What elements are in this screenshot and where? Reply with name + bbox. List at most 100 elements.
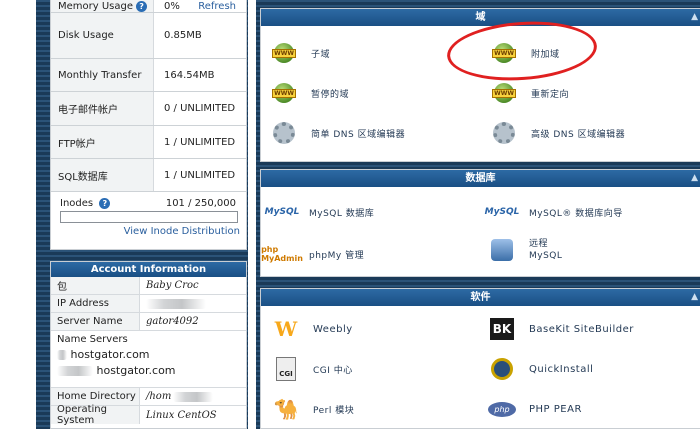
stat-row-memory: Memory Usage ? 0% Refresh: [51, 0, 246, 13]
basekit-icon: BK: [487, 315, 517, 343]
stat-row-ftp: FTP帐户 1 / UNLIMITED: [51, 126, 246, 159]
server-name-label: Server Name: [51, 313, 140, 330]
cgi-center-label: CGI 中心: [313, 365, 353, 376]
remote-mysql-link[interactable]: 远程 MySQL: [487, 236, 562, 264]
phpmyadmin-label: phpMy 管理: [309, 250, 365, 261]
subdomains-link[interactable]: WWW 子域: [269, 39, 330, 67]
stat-value-memory: 0% Refresh: [154, 0, 246, 12]
stat-row-email: 电子邮件帐户 0 / UNLIMITED: [51, 92, 246, 126]
account-information-panel: Account Information 包 Baby Croc IP Addre…: [50, 261, 247, 429]
server-name-value: gator4092: [146, 316, 199, 327]
disk-label: Disk Usage: [51, 13, 154, 58]
advanced-dns-zone-editor-link[interactable]: 高级 DNS 区域编辑器: [489, 119, 625, 147]
phpmyadmin-icon: php MyAdmin: [261, 245, 303, 263]
name-server-2: hostgator.com: [57, 364, 246, 377]
memory-label: Memory Usage: [58, 0, 134, 12]
redacted-ip: [146, 298, 206, 309]
inode-progress-bar: [60, 211, 238, 223]
view-inode-distribution-link[interactable]: View Inode Distribution: [124, 226, 240, 237]
weebly-link[interactable]: W Weebly: [271, 315, 353, 343]
www-double-icon: WWW: [269, 39, 299, 67]
help-icon[interactable]: ?: [136, 0, 148, 12]
account-row-package: 包 Baby Croc: [51, 277, 246, 295]
databases-panel: 数据库 ▲ MySQL MySQL 数据库 MySQL MySQL® 数据库向导…: [260, 169, 700, 277]
ip-address-label: IP Address: [51, 295, 140, 312]
mysql-wizard-label: MySQL® 数据库向导: [529, 208, 623, 219]
name-servers-block: Name Servers hostgator.com hostgator.com: [51, 331, 246, 388]
parked-domains-label: 暂停的域: [311, 89, 350, 100]
operating-system-value: Linux CentOS: [146, 409, 217, 421]
simple-dns-zone-editor-link[interactable]: 简单 DNS 区域编辑器: [269, 119, 405, 147]
domains-title: 域: [475, 12, 486, 23]
package-value: Baby Croc: [146, 280, 199, 291]
www-parked-icon: WWW: [269, 79, 299, 107]
account-row-os: Operating System Linux CentOS: [51, 404, 246, 426]
stats-panel: Memory Usage ? 0% Refresh Disk Usage 0.8…: [50, 0, 247, 250]
domains-header: 域 ▲: [261, 9, 700, 26]
account-row-ip: IP Address: [51, 295, 246, 313]
transfer-value: 164.54MB: [164, 69, 215, 81]
redirects-label: 重新定向: [531, 89, 570, 100]
home-directory-label: Home Directory: [51, 388, 140, 405]
redirects-link[interactable]: WWW 重新定向: [489, 79, 569, 107]
package-label: 包: [51, 277, 140, 294]
phpmyadmin-link[interactable]: php MyAdmin phpMy 管理: [261, 240, 365, 268]
php-pear-label: PHP PEAR: [529, 403, 582, 415]
basekit-label: BaseKit SiteBuilder: [529, 323, 634, 335]
name-servers-label: Name Servers: [57, 334, 128, 345]
php-icon: php: [487, 395, 517, 423]
mysql-wizard-link[interactable]: MySQL MySQL® 数据库向导: [484, 198, 623, 226]
refresh-link[interactable]: Refresh: [198, 1, 246, 12]
databases-header: 数据库 ▲: [261, 170, 700, 187]
mysql-wizard-icon: MySQL: [484, 207, 520, 217]
inodes-value: 101 / 250,000: [165, 198, 236, 209]
disk-value: 0.85MB: [164, 30, 202, 41]
column-gap: [248, 0, 256, 429]
collapse-icon[interactable]: ▲: [691, 9, 698, 26]
stat-row-disk: Disk Usage 0.85MB: [51, 13, 246, 59]
quickinstall-link[interactable]: QuickInstall: [487, 355, 593, 383]
simple-dns-label: 简单 DNS 区域编辑器: [311, 129, 406, 140]
software-title: 软件: [470, 292, 491, 303]
stat-row-transfer: Monthly Transfer 164.54MB: [51, 59, 246, 92]
ftp-value: 1 / UNLIMITED: [164, 136, 236, 148]
home-directory-value: /hom: [140, 388, 246, 405]
perl-modules-label: Perl 模块: [313, 405, 355, 416]
databases-title: 数据库: [465, 173, 496, 184]
sql-value: 1 / UNLIMITED: [164, 169, 236, 181]
sql-label: SQL数据库: [51, 159, 154, 191]
account-row-server: Server Name gator4092: [51, 313, 246, 331]
account-information-header: Account Information: [51, 262, 246, 277]
php-pear-link[interactable]: php PHP PEAR: [487, 395, 582, 423]
email-value: 0 / UNLIMITED: [164, 103, 236, 114]
remote-mysql-label: 远程 MySQL: [529, 239, 563, 261]
cgi-center-link[interactable]: CGI CGI 中心: [271, 355, 353, 383]
mysql-databases-link[interactable]: MySQL MySQL 数据库: [264, 198, 375, 226]
left-margin: [0, 0, 36, 429]
stat-row-sql: SQL数据库 1 / UNLIMITED: [51, 159, 246, 192]
mysql-icon: MySQL: [264, 207, 300, 217]
name-server-2-value: hostgator.com: [96, 364, 176, 377]
email-label: 电子邮件帐户: [51, 92, 154, 125]
remote-mysql-icon: [487, 236, 517, 264]
inodes-label: Inodes: [60, 198, 94, 209]
mysql-databases-label: MySQL 数据库: [309, 208, 375, 219]
dns-gear-advanced-icon: [489, 119, 519, 147]
advanced-dns-label: 高级 DNS 区域编辑器: [531, 129, 626, 140]
operating-system-label: Operating System: [51, 404, 140, 426]
www-redirect-icon: WWW: [489, 79, 519, 107]
dns-gear-icon: [269, 119, 299, 147]
collapse-icon[interactable]: ▲: [691, 170, 698, 187]
weebly-label: Weebly: [313, 323, 353, 335]
weebly-icon: W: [274, 317, 298, 341]
stat-label-memory: Memory Usage ?: [51, 0, 154, 12]
parked-domains-link[interactable]: WWW 暂停的域: [269, 79, 349, 107]
collapse-icon[interactable]: ▲: [691, 289, 698, 306]
software-header: 软件 ▲: [261, 289, 700, 306]
quickinstall-icon: [487, 355, 517, 383]
help-icon[interactable]: ?: [99, 198, 111, 209]
perl-modules-link[interactable]: 🐪 Perl 模块: [271, 395, 354, 423]
subdomains-label: 子域: [311, 49, 331, 60]
inodes-label-wrap: Inodes ?: [60, 198, 111, 209]
basekit-link[interactable]: BK BaseKit SiteBuilder: [487, 315, 634, 343]
